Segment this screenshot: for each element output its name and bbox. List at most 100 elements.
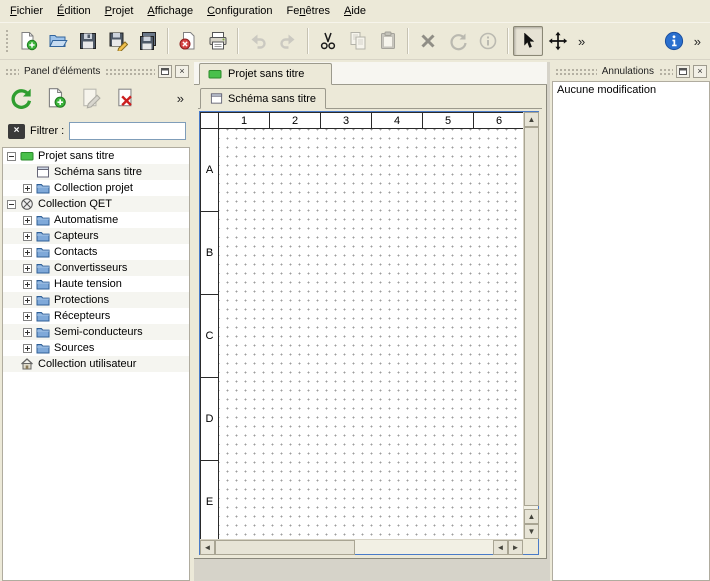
tree-item-sources[interactable]: Sources [3, 340, 189, 356]
plus-expander-icon[interactable] [23, 296, 36, 305]
float-undo-panel-button[interactable] [676, 65, 690, 78]
panel-toolbar-extension-button[interactable]: » [177, 91, 186, 106]
project-tab-label: Projet sans titre [228, 68, 304, 80]
dock-grip[interactable] [659, 68, 673, 75]
delete-button[interactable] [413, 26, 443, 56]
undo-list-item[interactable]: Aucune modification [553, 82, 709, 98]
horizontal-scrollbar[interactable]: ◄ ◄ ► [200, 539, 523, 554]
scroll-left-button-right[interactable]: ◄ [493, 540, 508, 555]
folder-icon [36, 341, 53, 355]
filter-input[interactable] [69, 122, 186, 140]
paste-button[interactable] [373, 26, 403, 56]
copy-icon [348, 31, 368, 51]
plus-expander-icon[interactable] [23, 328, 36, 337]
scroll-up-button-bottom[interactable]: ▲ [524, 509, 539, 524]
toolbar-handle[interactable] [5, 29, 10, 53]
undo-panel-title: Annulations [600, 66, 656, 77]
horizontal-scroll-thumb[interactable] [215, 540, 355, 555]
new-document-button[interactable] [13, 26, 43, 56]
close-project-button[interactable] [173, 26, 203, 56]
project-window: Schéma sans titre 123456 ABCDE ▲ ▲ ▼ ◄ [194, 85, 547, 559]
tree-item-collection-qet[interactable]: Collection QET [3, 196, 189, 212]
print-button[interactable] [203, 26, 233, 56]
plus-expander-icon[interactable] [23, 232, 36, 241]
copy-button[interactable] [343, 26, 373, 56]
main-toolbar: »» [0, 22, 710, 60]
tree-item-collection-utilisateur[interactable]: Collection utilisateur [3, 356, 189, 372]
close-panel-button[interactable]: × [175, 65, 189, 78]
menu-edition[interactable]: Édition [50, 2, 98, 20]
plus-expander-icon[interactable] [23, 280, 36, 289]
open-project-button[interactable] [43, 26, 73, 56]
tree-item-contacts[interactable]: Contacts [3, 244, 189, 260]
element-info-button[interactable] [473, 26, 503, 56]
scroll-up-button[interactable]: ▲ [524, 112, 539, 127]
diagram-grid[interactable] [219, 129, 523, 539]
minus-expander-icon[interactable] [7, 152, 20, 161]
plus-expander-icon[interactable] [23, 248, 36, 257]
element-info-icon [478, 31, 498, 51]
new-document-icon [18, 31, 38, 51]
tree-item-capteurs[interactable]: Capteurs [3, 228, 189, 244]
plus-expander-icon[interactable] [23, 264, 36, 273]
tree-item-label: Protections [53, 294, 109, 306]
toolbar-separator [167, 28, 169, 54]
vertical-scrollbar[interactable]: ▲ ▲ ▼ [523, 112, 538, 539]
tree-item-semi-conducteurs[interactable]: Semi-conducteurs [3, 324, 189, 340]
tree-item-schema-sans-titre[interactable]: Schéma sans titre [3, 164, 189, 180]
menu-affichage[interactable]: Affichage [140, 2, 200, 20]
scroll-left-button[interactable]: ◄ [200, 540, 215, 555]
close-undo-panel-button[interactable]: × [693, 65, 707, 78]
scroll-down-button[interactable]: ▼ [524, 524, 539, 539]
tree-item-automatisme[interactable]: Automatisme [3, 212, 189, 228]
save-button[interactable] [73, 26, 103, 56]
tree-item-haute-tension[interactable]: Haute tension [3, 276, 189, 292]
rotate-button[interactable] [443, 26, 473, 56]
elements-panel: Panel d'éléments × » × Filtrer : Projet … [2, 62, 192, 581]
move-view-tool-button[interactable] [543, 26, 573, 56]
undo-button[interactable] [243, 26, 273, 56]
float-panel-button[interactable] [158, 65, 172, 78]
toolbar-extension-button-right[interactable]: » [689, 34, 706, 49]
diagram-view[interactable]: 123456 ABCDE ▲ ▲ ▼ ◄ ◄ ► [199, 111, 539, 555]
plus-expander-icon[interactable] [23, 216, 36, 225]
toolbar-extension-button[interactable]: » [573, 34, 590, 49]
folder-icon [36, 325, 53, 339]
menu-fenetres[interactable]: Fenêtres [280, 2, 337, 20]
save-as-button[interactable] [103, 26, 133, 56]
save-all-button[interactable] [133, 26, 163, 56]
about-info-button[interactable] [659, 26, 689, 56]
dock-grip[interactable] [105, 68, 155, 75]
plus-expander-icon[interactable] [23, 184, 36, 193]
clear-filter-icon[interactable]: × [8, 124, 25, 139]
row-headers: ABCDE [201, 129, 219, 539]
minus-expander-icon[interactable] [7, 200, 20, 209]
diagram-sheet[interactable]: 123456 ABCDE [200, 112, 523, 539]
new-element-button[interactable] [41, 83, 71, 113]
menu-configuration[interactable]: Configuration [200, 2, 279, 20]
edit-element-button[interactable] [76, 83, 106, 113]
menu-aide[interactable]: Aide [337, 2, 373, 20]
tree-item-projet-sans-titre[interactable]: Projet sans titre [3, 148, 189, 164]
project-icon [208, 67, 222, 81]
reload-collections-icon [10, 87, 32, 109]
tree-item-recepteurs[interactable]: Récepteurs [3, 308, 189, 324]
cut-button[interactable] [313, 26, 343, 56]
dock-grip[interactable] [5, 68, 19, 75]
plus-expander-icon[interactable] [23, 312, 36, 321]
tree-item-convertisseurs[interactable]: Convertisseurs [3, 260, 189, 276]
reload-collections-button[interactable] [6, 83, 36, 113]
tree-item-protections[interactable]: Protections [3, 292, 189, 308]
plus-expander-icon[interactable] [23, 344, 36, 353]
menu-fichier[interactable]: Fichier [3, 2, 50, 20]
tree-item-collection-projet[interactable]: Collection projet [3, 180, 189, 196]
tab-project[interactable]: Projet sans titre [199, 63, 332, 85]
vertical-scroll-thumb[interactable] [524, 127, 539, 506]
delete-element-button[interactable] [111, 83, 141, 113]
menu-projet[interactable]: Projet [98, 2, 141, 20]
select-tool-button[interactable] [513, 26, 543, 56]
scroll-right-button[interactable]: ► [508, 540, 523, 555]
redo-button[interactable] [273, 26, 303, 56]
dock-grip[interactable] [555, 68, 597, 75]
tab-schema[interactable]: Schéma sans titre [200, 88, 326, 109]
